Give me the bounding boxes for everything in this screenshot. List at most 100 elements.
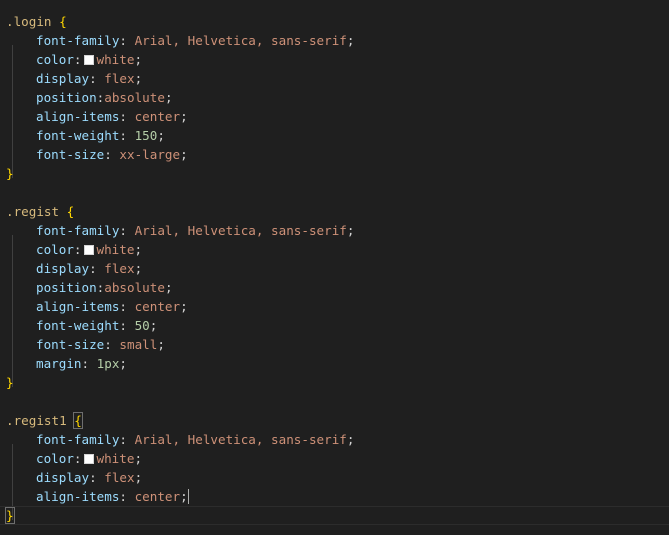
open-brace: { bbox=[59, 14, 67, 29]
punctuation: ; bbox=[119, 356, 128, 371]
punctuation: ; bbox=[346, 33, 355, 48]
code-editor[interactable]: .login {font-family: Arial, Helvetica, s… bbox=[0, 0, 669, 535]
css-property: color bbox=[36, 242, 74, 257]
css-value: center bbox=[134, 489, 181, 504]
colon: : bbox=[119, 128, 135, 143]
code-line[interactable]: font-weight: 50; bbox=[0, 316, 669, 349]
punctuation: ; bbox=[180, 109, 188, 124]
color-swatch-icon[interactable] bbox=[83, 245, 94, 255]
css-value: white bbox=[96, 451, 135, 466]
colon: : bbox=[119, 299, 135, 314]
code-line[interactable]: position: absolute; bbox=[0, 88, 669, 121]
color-swatch-icon[interactable] bbox=[83, 454, 94, 464]
css-property: position bbox=[36, 90, 97, 105]
code-line[interactable]: font-family: Arial, Helvetica, sans-seri… bbox=[0, 31, 669, 64]
close-brace: } bbox=[5, 507, 15, 524]
code-line[interactable]: font-size: small; bbox=[0, 335, 669, 368]
code-line[interactable]: color: white; bbox=[0, 240, 669, 273]
css-value: small bbox=[119, 337, 158, 352]
punctuation: ; bbox=[134, 52, 143, 67]
close-brace: } bbox=[6, 166, 14, 181]
punctuation: ; bbox=[164, 280, 173, 295]
css-selector: .regist1 bbox=[6, 413, 67, 428]
css-value: white bbox=[96, 52, 135, 67]
css-value: absolute bbox=[104, 90, 165, 105]
css-value: Arial, Helvetica, sans-serif bbox=[134, 432, 347, 447]
punctuation: ; bbox=[134, 261, 143, 276]
css-value: flex bbox=[104, 470, 135, 485]
css-property: font-weight bbox=[36, 128, 120, 143]
colon: : bbox=[104, 337, 120, 352]
code-line[interactable]: font-size: xx-large; bbox=[0, 145, 669, 178]
colon: : bbox=[104, 147, 120, 162]
css-value: xx-large bbox=[119, 147, 181, 162]
punctuation: ; bbox=[134, 71, 143, 86]
css-property: color bbox=[36, 451, 74, 466]
color-swatch-icon[interactable] bbox=[83, 55, 94, 65]
code-line[interactable]: position: absolute; bbox=[0, 278, 669, 311]
colon: : bbox=[73, 451, 82, 466]
punctuation bbox=[52, 14, 60, 29]
colon: : bbox=[119, 33, 135, 48]
colon: : bbox=[89, 71, 105, 86]
css-value: flex bbox=[104, 71, 135, 86]
code-line[interactable]: .regist { bbox=[0, 202, 669, 221]
css-property: font-size bbox=[36, 337, 105, 352]
css-value: 1px bbox=[96, 356, 120, 371]
css-property: display bbox=[36, 261, 90, 276]
punctuation bbox=[59, 204, 67, 219]
code-line[interactable]: font-family: Arial, Helvetica, sans-seri… bbox=[0, 221, 669, 254]
colon: : bbox=[119, 223, 135, 238]
punctuation: ; bbox=[157, 337, 165, 352]
code-line[interactable]: margin: 1px; bbox=[0, 354, 669, 387]
css-property: display bbox=[36, 71, 90, 86]
css-value: Arial, Helvetica, sans-serif bbox=[134, 33, 347, 48]
code-line[interactable]: .regist1 { bbox=[0, 411, 669, 430]
punctuation: ; bbox=[164, 90, 173, 105]
css-property: align-items bbox=[36, 109, 120, 124]
css-property: font-weight bbox=[36, 318, 120, 333]
code-line[interactable]: } bbox=[0, 506, 669, 525]
code-line[interactable]: align-items: center; bbox=[0, 107, 669, 140]
css-property: position bbox=[36, 280, 97, 295]
code-line[interactable]: } bbox=[0, 373, 669, 392]
open-brace: { bbox=[73, 412, 83, 429]
code-line[interactable]: display: flex; bbox=[0, 69, 669, 102]
code-line[interactable]: align-items: center; bbox=[0, 297, 669, 330]
css-property: align-items bbox=[36, 299, 120, 314]
css-value: 150 bbox=[134, 128, 158, 143]
css-selector: .login bbox=[6, 14, 52, 29]
colon: : bbox=[119, 318, 135, 333]
css-value: white bbox=[96, 242, 135, 257]
code-line[interactable]: color: white; bbox=[0, 50, 669, 83]
punctuation: ; bbox=[149, 318, 158, 333]
colon: : bbox=[89, 261, 105, 276]
text-cursor bbox=[187, 489, 189, 504]
css-value: flex bbox=[104, 261, 135, 276]
code-line[interactable]: display: flex; bbox=[0, 259, 669, 292]
css-value: Arial, Helvetica, sans-serif bbox=[134, 223, 347, 238]
css-property: align-items bbox=[36, 489, 120, 504]
css-property: font-family bbox=[36, 432, 120, 447]
css-property: margin bbox=[36, 356, 82, 371]
punctuation: ; bbox=[346, 223, 355, 238]
code-line-empty[interactable] bbox=[0, 183, 669, 202]
colon: : bbox=[119, 109, 135, 124]
colon: : bbox=[73, 52, 82, 67]
punctuation: ; bbox=[134, 470, 143, 485]
code-line[interactable]: .login { bbox=[0, 12, 669, 31]
css-property: font-family bbox=[36, 223, 120, 238]
code-line[interactable]: } bbox=[0, 164, 669, 183]
colon: : bbox=[89, 470, 105, 485]
code-line[interactable]: display: flex; bbox=[0, 468, 669, 501]
css-property: font-size bbox=[36, 147, 105, 162]
code-line-empty[interactable] bbox=[0, 392, 669, 411]
code-line[interactable]: color: white; bbox=[0, 449, 669, 482]
css-selector: .regist bbox=[6, 204, 60, 219]
css-value: absolute bbox=[104, 280, 165, 295]
punctuation: ; bbox=[180, 489, 188, 504]
code-line[interactable]: font-family: Arial, Helvetica, sans-seri… bbox=[0, 430, 669, 463]
code-line[interactable]: align-items: center; bbox=[0, 487, 669, 520]
code-line[interactable]: font-weight: 150; bbox=[0, 126, 669, 159]
punctuation: ; bbox=[157, 128, 165, 143]
